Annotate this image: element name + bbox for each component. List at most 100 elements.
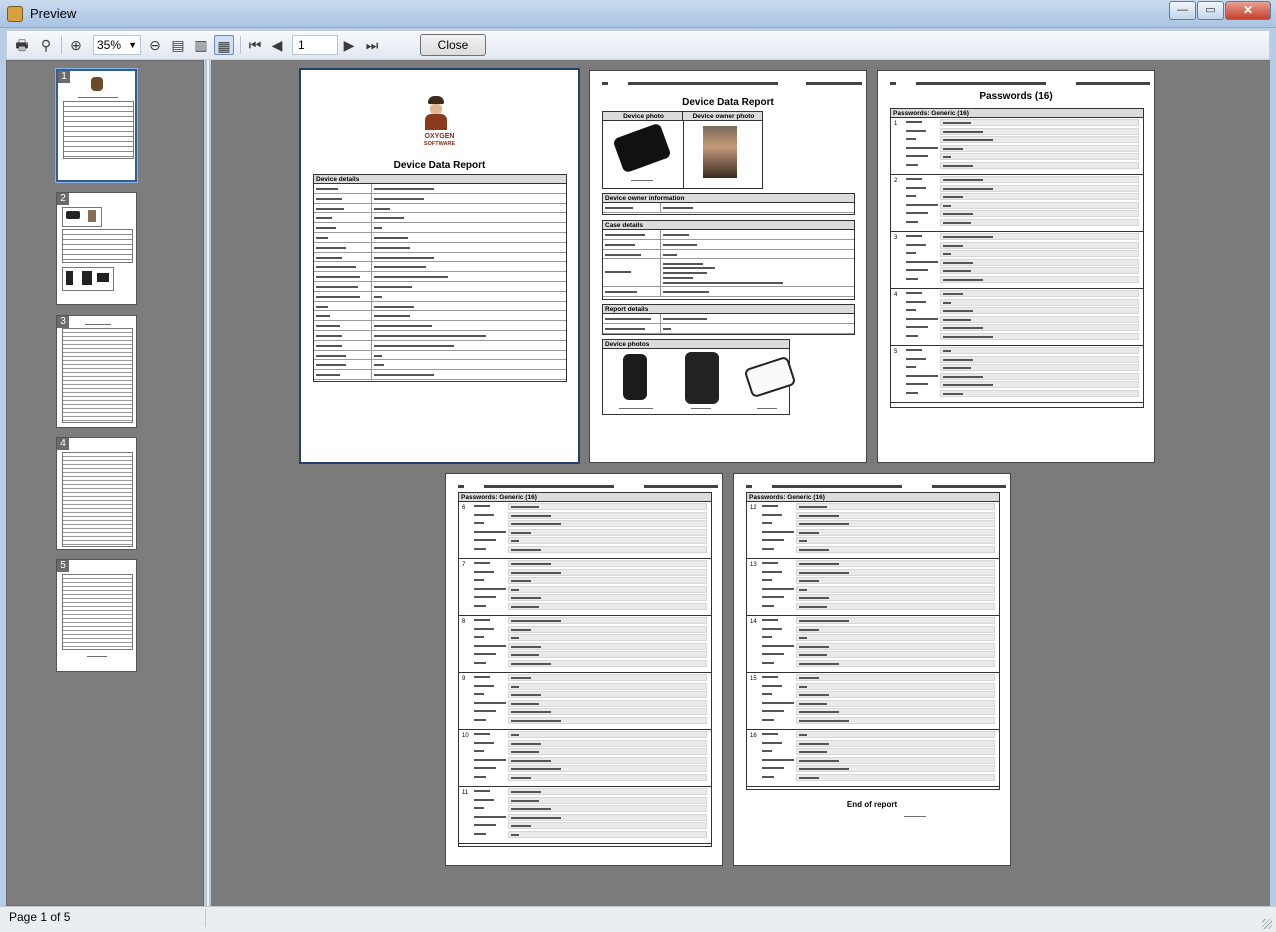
report-title: Device Data Report	[393, 160, 486, 171]
zoom-out-button[interactable]: ⊖	[145, 35, 165, 55]
zoom-select[interactable]: 35% ▼	[93, 35, 141, 55]
zoom-in-button[interactable]: ⊕	[66, 35, 86, 55]
table-row	[314, 223, 566, 233]
device-photo	[612, 122, 672, 174]
device-details-table: Device details	[313, 174, 567, 382]
entry-number: 4	[894, 292, 898, 298]
whole-page-button[interactable]: ▥	[191, 35, 211, 55]
entry-number: 13	[750, 562, 757, 568]
minimize-button[interactable]: —	[1169, 1, 1196, 20]
device-photo-3	[743, 355, 797, 399]
section-title: Passwords (16)	[979, 91, 1053, 102]
thumbnail-page-1[interactable]: 1	[56, 69, 137, 182]
page-width-button[interactable]: ▤	[168, 35, 188, 55]
page-width-icon: ▤	[171, 37, 185, 53]
table-row	[314, 272, 566, 282]
password-entry: 9	[459, 673, 711, 730]
window-title: Preview	[30, 6, 77, 21]
thumbnail-page-3[interactable]: 3	[56, 315, 137, 428]
passwords-table: Passwords: Generic (16) 1 2 3 4 5	[890, 108, 1144, 408]
report-page-2[interactable]: Device Data Report Device photo Device o…	[589, 70, 867, 463]
table-row	[314, 311, 566, 322]
logo-image	[91, 77, 103, 91]
table-row	[314, 350, 566, 361]
prev-page-button[interactable]: ◀	[267, 35, 287, 55]
owner-photo	[703, 126, 737, 178]
report-page-5[interactable]: Passwords: Generic (16) 12 13 14 15 16 End o…	[733, 473, 1011, 866]
maximize-button[interactable]: ▭	[1197, 1, 1224, 20]
table-row	[314, 330, 566, 341]
end-of-report: End of report	[846, 800, 898, 809]
table-row	[314, 262, 566, 273]
password-entry: 15	[747, 673, 999, 730]
thumbnail-number: 4	[57, 438, 69, 450]
owner-info-table: Device owner information	[602, 193, 855, 215]
entry-number: 2	[894, 178, 898, 184]
photos-table: Device photo Device owner photo	[602, 111, 763, 189]
report-page-1[interactable]: OXYGEN SOFTWARE Device Data Report Devic…	[299, 68, 580, 464]
page-number-input[interactable]: 1	[292, 35, 338, 55]
first-page-icon: ⏮	[248, 37, 262, 53]
section-header: Case details	[603, 221, 854, 230]
multi-page-button[interactable]: ▦	[214, 35, 234, 55]
table-row	[314, 370, 566, 380]
preview-area[interactable]: OXYGEN SOFTWARE Device Data Report Devic…	[211, 60, 1270, 906]
next-page-icon: ▶	[343, 37, 355, 53]
entry-number: 15	[750, 676, 757, 682]
resize-grip[interactable]	[1262, 919, 1272, 929]
table-row	[314, 301, 566, 312]
table-row	[314, 281, 566, 292]
thumbnail-number: 2	[57, 193, 69, 205]
table-row	[314, 291, 566, 302]
device-photo-1	[623, 354, 647, 400]
device-photo-2	[685, 352, 719, 404]
next-page-button[interactable]: ▶	[339, 35, 359, 55]
last-page-icon: ⏭	[365, 37, 379, 53]
chevron-down-icon: ▼	[128, 40, 137, 50]
thumbnail-page-2[interactable]: 2	[56, 192, 137, 305]
entry-number: 12	[750, 505, 757, 511]
page-indicator: Page 1 of 5	[9, 910, 71, 924]
password-entry: 7	[459, 559, 711, 616]
title-bar: Preview — ▭ ✕	[0, 0, 1276, 28]
entry-number: 8	[462, 619, 466, 625]
password-entry: 5	[891, 346, 1143, 403]
prev-page-icon: ◀	[271, 37, 283, 53]
status-bar: Page 1 of 5	[0, 906, 1276, 932]
entry-number: 9	[462, 676, 466, 682]
entry-number: 5	[894, 349, 898, 355]
thumbnail-panel[interactable]: 1 2 3 4 5	[6, 60, 204, 906]
table-row	[314, 340, 566, 351]
printer-icon: 🖶	[15, 37, 29, 53]
owner-photo-header: Device owner photo	[683, 112, 762, 121]
entry-number: 10	[462, 733, 469, 739]
panel-splitter[interactable]	[206, 60, 210, 906]
password-entry: 10	[459, 730, 711, 787]
first-page-button[interactable]: ⏮	[245, 35, 265, 55]
password-entry: 8	[459, 616, 711, 673]
entry-number: 16	[750, 733, 757, 739]
report-page-4[interactable]: Passwords: Generic (16) 6 7 8 9 10 11	[445, 473, 723, 866]
last-page-button[interactable]: ⏭	[362, 35, 382, 55]
section-header: Passwords: Generic (16)	[747, 493, 999, 502]
password-entry: 14	[747, 616, 999, 673]
report-title: Device Data Report	[682, 97, 774, 108]
section-header: Report details	[603, 305, 854, 314]
entry-number: 11	[462, 790, 469, 796]
print-button[interactable]: 🖶	[12, 35, 32, 55]
thumbnail-number: 5	[57, 560, 69, 572]
find-button[interactable]: ⚲	[36, 35, 56, 55]
close-button[interactable]: Close	[420, 34, 486, 56]
entry-number: 6	[462, 505, 466, 511]
table-row	[314, 232, 566, 243]
password-entry: 12	[747, 502, 999, 559]
thumbnail-page-5[interactable]: 5	[56, 559, 137, 672]
close-window-button[interactable]: ✕	[1225, 1, 1271, 20]
device-photo-header: Device photo	[603, 112, 683, 121]
password-entry: 1	[891, 118, 1143, 175]
thumbnail-page-4[interactable]: 4	[56, 437, 137, 550]
password-entry: 16	[747, 730, 999, 787]
report-page-3[interactable]: Passwords (16) Passwords: Generic (16) 1…	[877, 70, 1155, 463]
multi-page-icon: ▦	[217, 38, 231, 54]
section-header: Passwords: Generic (16)	[459, 493, 711, 502]
